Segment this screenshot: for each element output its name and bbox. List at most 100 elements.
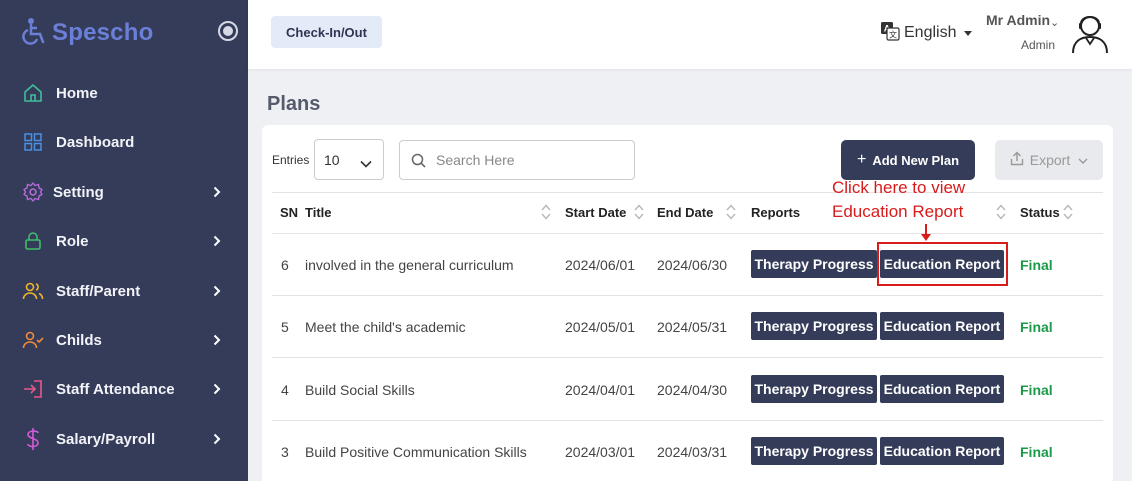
chevron-right-icon	[213, 234, 223, 248]
education-report-button[interactable]: Education Report	[880, 312, 1004, 340]
grid-icon	[22, 131, 44, 153]
avatar[interactable]	[1067, 9, 1113, 55]
row-end-date: 2024/06/30	[657, 257, 728, 273]
row-title: Build Social Skills	[305, 382, 415, 398]
sidebar-item-childs[interactable]: Childs	[0, 320, 248, 360]
chevron-right-icon	[213, 185, 223, 199]
row-title: involved in the general curriculum	[305, 257, 514, 273]
search-input[interactable]	[436, 149, 626, 171]
column-header-status[interactable]: Status	[1020, 205, 1060, 220]
entries-label: Entries	[272, 153, 310, 167]
sort-icon[interactable]	[1063, 203, 1073, 221]
search-icon	[411, 153, 426, 173]
dollar-icon	[22, 428, 44, 450]
annotation-line-2: Education Report	[832, 202, 964, 221]
row-start-date: 2024/04/01	[565, 382, 636, 398]
row-start-date: 2024/03/01	[565, 444, 636, 460]
users-icon	[22, 280, 44, 302]
row-start-date: 2024/06/01	[565, 257, 636, 273]
status-badge: Final	[1020, 257, 1053, 273]
column-header-title[interactable]: Title	[305, 205, 332, 220]
status-badge: Final	[1020, 382, 1053, 398]
add-new-plan-button[interactable]: + Add New Plan	[841, 140, 975, 180]
page-title: Plans	[267, 93, 321, 115]
user-role: Admin	[1021, 38, 1056, 52]
sidebar-item-label: Salary/Payroll	[56, 430, 156, 448]
therapy-progress-button[interactable]: Therapy Progress	[751, 375, 877, 403]
divider	[272, 233, 1103, 234]
sidebar-toggle-button[interactable]	[218, 21, 238, 41]
column-header-end-date[interactable]: End Date	[657, 205, 713, 220]
row-title: Build Positive Communication Skills	[305, 444, 527, 460]
row-end-date: 2024/05/31	[657, 319, 728, 335]
sidebar-item-setting[interactable]: Setting	[0, 172, 248, 212]
chevron-right-icon	[213, 333, 223, 347]
sidebar-item-label: Home	[56, 84, 98, 102]
export-button[interactable]: Export	[995, 140, 1103, 180]
caret-down-icon	[964, 30, 973, 36]
divider	[272, 192, 1103, 193]
sort-icon[interactable]	[726, 203, 736, 221]
row-sn: 5	[281, 319, 289, 335]
education-report-button[interactable]: Education Report	[880, 375, 1004, 403]
sort-icon[interactable]	[634, 203, 644, 221]
language-selector[interactable]: A文 English	[880, 21, 973, 46]
sidebar-item-role[interactable]: Role	[0, 221, 248, 261]
row-sn: 3	[281, 444, 289, 460]
brand-name: Spescho	[52, 19, 154, 46]
upload-icon	[1010, 151, 1024, 169]
search-box	[399, 140, 635, 180]
sidebar-item-salary-payroll[interactable]: Salary/Payroll	[0, 419, 248, 459]
login-icon	[22, 378, 44, 400]
check-in-out-button[interactable]: Check-In/Out	[271, 16, 382, 48]
divider	[272, 357, 1103, 358]
arrow-down-icon	[921, 234, 931, 241]
divider	[272, 420, 1103, 421]
brand-logo[interactable]: Spescho	[22, 16, 153, 50]
chevron-right-icon	[213, 284, 223, 298]
svg-text:文: 文	[889, 29, 897, 39]
sidebar-item-dashboard[interactable]: Dashboard	[0, 122, 248, 162]
entries-select[interactable]: 10	[314, 139, 384, 180]
user-name[interactable]: Mr Admin	[986, 12, 1050, 28]
sidebar-item-staff-attendance[interactable]: Staff Attendance	[0, 369, 248, 409]
therapy-progress-button[interactable]: Therapy Progress	[751, 312, 877, 340]
chevron-right-icon	[213, 432, 223, 446]
therapy-progress-button[interactable]: Therapy Progress	[751, 250, 877, 278]
home-icon	[22, 82, 44, 104]
sort-icon[interactable]	[996, 203, 1006, 221]
wheelchair-icon	[22, 17, 48, 50]
gear-icon	[22, 181, 44, 203]
chevron-down-icon	[1078, 152, 1088, 168]
row-sn: 4	[281, 382, 289, 398]
chevron-down-icon[interactable]: ⌄	[1050, 16, 1059, 29]
sort-icon[interactable]	[541, 203, 551, 221]
sidebar-item-staff-parent[interactable]: Staff/Parent	[0, 271, 248, 311]
annotation-line-1: Click here to view	[832, 178, 966, 197]
add-new-plan-label: Add New Plan	[872, 152, 960, 168]
user-check-icon	[22, 329, 44, 351]
translate-icon: A文	[880, 21, 900, 46]
sidebar-item-label: Dashboard	[56, 133, 135, 151]
language-label: English	[904, 24, 957, 41]
sidebar-item-label: Setting	[53, 183, 104, 201]
status-badge: Final	[1020, 444, 1053, 460]
sidebar-item-label: Staff Attendance	[56, 380, 175, 398]
plans-card	[262, 125, 1113, 481]
education-report-button[interactable]: Education Report	[880, 437, 1004, 465]
therapy-progress-button[interactable]: Therapy Progress	[751, 437, 877, 465]
column-header-sn: SN	[280, 205, 299, 220]
row-title: Meet the child's academic	[305, 319, 466, 335]
row-start-date: 2024/05/01	[565, 319, 636, 335]
sidebar-item-home[interactable]: Home	[0, 73, 248, 113]
annotation-text: Click here to view Education Report	[832, 176, 965, 224]
column-header-start-date[interactable]: Start Date	[565, 205, 626, 220]
sidebar-item-label: Role	[56, 232, 89, 250]
sidebar-item-label: Childs	[56, 331, 102, 349]
lock-icon	[22, 230, 44, 252]
row-end-date: 2024/03/31	[657, 444, 728, 460]
divider	[272, 295, 1103, 296]
topbar: Check-In/Out A文 English Mr Admin ⌄ Admin	[248, 0, 1132, 69]
sidebar-item-label: Staff/Parent	[56, 282, 141, 300]
status-badge: Final	[1020, 319, 1053, 335]
